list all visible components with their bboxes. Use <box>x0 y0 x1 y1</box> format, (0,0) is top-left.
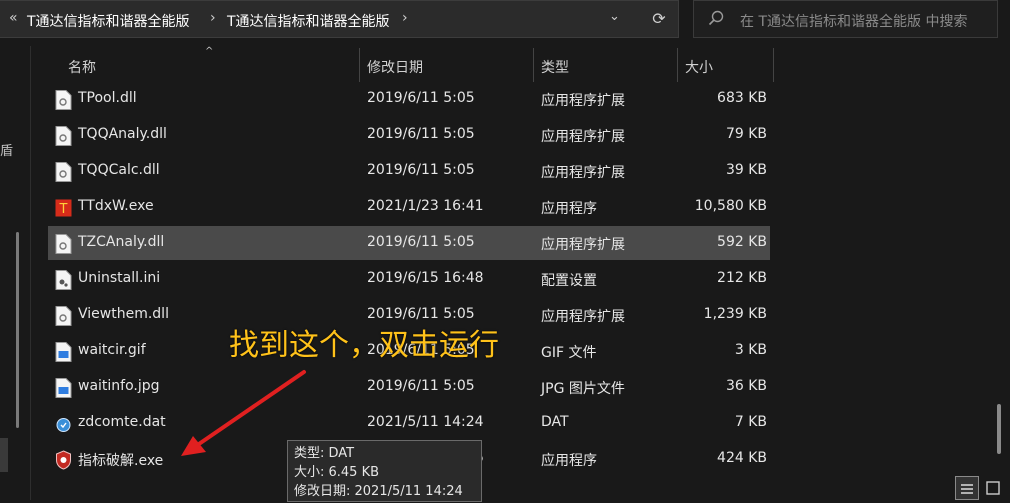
column-header-type[interactable]: 类型 <box>541 57 569 77</box>
file-size: 3 KB <box>734 342 767 358</box>
details-view-button[interactable] <box>955 476 979 500</box>
file-date: 2019/6/11 5:05 <box>367 126 475 142</box>
file-row[interactable]: T TTdxW.exe 2021/1/23 16:41 应用程序 10,580 KB <box>48 190 770 224</box>
tiles-view-icon <box>986 481 1000 495</box>
tooltip-date: 修改日期: 2021/5/11 14:24 <box>294 484 463 499</box>
breadcrumb-item[interactable]: T通达信指标和谐器全能版 <box>227 11 390 31</box>
file-type: 应用程序扩展 <box>541 309 625 325</box>
file-type: 配置设置 <box>541 273 597 289</box>
file-size: 36 KB <box>725 378 767 394</box>
refresh-icon: ⟳ <box>652 9 666 28</box>
file-row[interactable]: waitinfo.jpg 2019/6/11 5:05 JPG 图片文件 36 KB <box>48 370 770 404</box>
tooltip-size: 大小: 6.45 KB <box>294 465 380 480</box>
nav-item-label[interactable]: 盾 <box>0 140 13 159</box>
file-row[interactable]: Uninstall.ini 2019/6/15 16:48 配置设置 212 KB <box>48 262 770 296</box>
breadcrumb-separator-icon[interactable]: › <box>210 10 216 26</box>
dll-file-icon <box>55 234 72 254</box>
file-type: 应用程序扩展 <box>541 93 625 109</box>
file-row[interactable]: TZCAnaly.dll 2019/6/11 5:05 应用程序扩展 592 KB <box>48 226 770 260</box>
file-type: 应用程序扩展 <box>541 165 625 181</box>
column-header-date[interactable]: 修改日期 <box>367 57 423 77</box>
file-row[interactable]: TQQCalc.dll 2019/6/11 5:05 应用程序扩展 39 KB <box>48 154 770 188</box>
tiles-view-button[interactable] <box>982 476 1006 500</box>
file-size: 1,239 KB <box>703 306 767 322</box>
list-scrollbar-thumb[interactable] <box>997 404 1001 454</box>
file-name: waitcir.gif <box>78 342 146 358</box>
refresh-button[interactable]: ⟳ <box>644 4 674 34</box>
file-size: 424 KB <box>717 450 767 466</box>
ini-file-icon <box>55 270 72 290</box>
column-divider[interactable] <box>359 48 360 82</box>
file-size: 79 KB <box>725 126 767 142</box>
file-type: 应用程序扩展 <box>541 237 625 253</box>
file-name: TPool.dll <box>78 90 137 106</box>
file-date: 2019/6/11 5:05 <box>367 378 475 394</box>
file-date: 2021/1/23 16:41 <box>367 198 484 214</box>
file-type: 应用程序 <box>541 201 597 217</box>
column-divider[interactable] <box>677 48 678 82</box>
column-divider[interactable] <box>533 48 534 82</box>
file-type: DAT <box>541 414 569 430</box>
column-header-name[interactable]: 名称 <box>68 57 96 77</box>
file-name: 指标破解.exe <box>78 453 164 469</box>
search-placeholder: 在 T通达信指标和谐器全能版 中搜索 <box>740 14 968 30</box>
file-row[interactable]: TQQAnaly.dll 2019/6/11 5:05 应用程序扩展 79 KB <box>48 118 770 152</box>
dll-file-icon <box>55 306 72 326</box>
file-date: 2019/6/15 16:48 <box>367 270 484 286</box>
search-icon <box>708 10 724 26</box>
sort-ascending-icon: ^ <box>205 46 214 57</box>
breadcrumb-separator-icon[interactable]: › <box>402 10 408 26</box>
file-date: 2019/6/11 5:05 <box>367 162 475 178</box>
dat-file-icon <box>55 414 72 434</box>
image-file-icon <box>55 378 72 398</box>
file-type: GIF 文件 <box>541 345 597 361</box>
file-size: 7 KB <box>734 414 767 430</box>
file-type: 应用程序扩展 <box>541 129 625 145</box>
dll-file-icon <box>55 126 72 146</box>
file-size: 39 KB <box>725 162 767 178</box>
address-bar[interactable]: « T通达信指标和谐器全能版 › T通达信指标和谐器全能版 › ⌄ <box>0 0 679 38</box>
file-date: 2021/5/11 14:24 <box>367 414 484 430</box>
file-type: JPG 图片文件 <box>541 381 625 397</box>
address-dropdown-icon[interactable]: ⌄ <box>609 9 620 24</box>
file-size: 683 KB <box>717 90 767 106</box>
column-divider[interactable] <box>773 48 774 82</box>
breadcrumb-item[interactable]: T通达信指标和谐器全能版 <box>27 11 190 31</box>
tooltip-type: 类型: DAT <box>294 446 355 461</box>
file-date: 2019/6/11 5:05 <box>367 234 475 250</box>
file-name: Uninstall.ini <box>78 270 161 286</box>
file-name: TQQCalc.dll <box>78 162 160 178</box>
file-name: waitinfo.jpg <box>78 378 160 394</box>
file-name: TZCAnaly.dll <box>78 234 165 250</box>
exe-app-icon: T <box>55 198 72 218</box>
annotation-text: 找到这个，双击运行 <box>229 328 499 363</box>
file-name: zdcomte.dat <box>78 414 166 430</box>
nav-pane-divider[interactable] <box>30 46 31 500</box>
file-size: 592 KB <box>717 234 767 250</box>
file-name: TTdxW.exe <box>78 198 154 214</box>
search-box[interactable]: 在 T通达信指标和谐器全能版 中搜索 <box>693 0 998 38</box>
file-type: 应用程序 <box>541 453 597 469</box>
column-header-size[interactable]: 大小 <box>685 57 713 77</box>
nav-item-selected[interactable] <box>0 438 8 472</box>
file-date: 2019/6/11 5:05 <box>367 90 475 106</box>
file-name: Viewthem.dll <box>78 306 169 322</box>
details-view-icon <box>961 484 973 494</box>
shield-app-icon <box>55 450 72 470</box>
file-tooltip: 类型: DAT 大小: 6.45 KB 修改日期: 2021/5/11 14:2… <box>287 440 482 502</box>
dll-file-icon <box>55 90 72 110</box>
file-name: TQQAnaly.dll <box>78 126 167 142</box>
dll-file-icon <box>55 162 72 182</box>
file-size: 212 KB <box>717 270 767 286</box>
image-file-icon <box>55 342 72 362</box>
breadcrumb-overflow-icon[interactable]: « <box>9 10 18 26</box>
file-row[interactable]: zdcomte.dat 2021/5/11 14:24 DAT 7 KB <box>48 406 770 440</box>
nav-scrollbar-thumb[interactable] <box>16 232 19 428</box>
file-size: 10,580 KB <box>694 198 767 214</box>
file-row[interactable]: TPool.dll 2019/6/11 5:05 应用程序扩展 683 KB <box>48 82 770 116</box>
svg-text:T: T <box>59 202 68 217</box>
